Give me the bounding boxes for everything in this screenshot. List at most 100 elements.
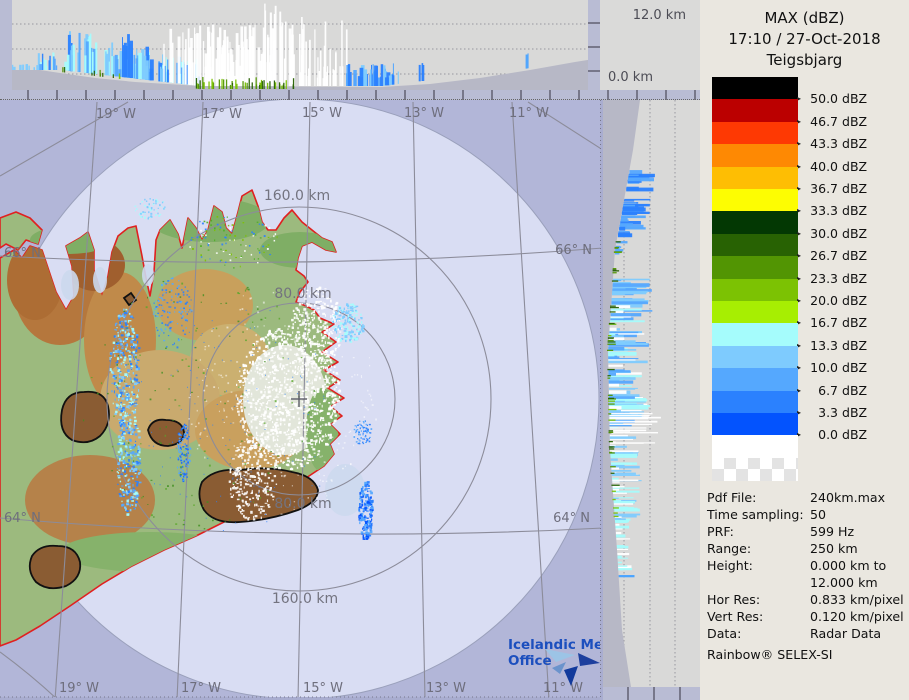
legend-title: MAX (dBZ) 17:10 / 27-Oct-2018 Teigsbjarg [700, 8, 909, 71]
legend-color-band [712, 121, 798, 145]
legend-color-band [712, 345, 798, 369]
range-ring-label: 80.0 km [274, 286, 331, 302]
metadata-value: 0.833 km/pixel [810, 592, 904, 607]
height-axis-min-label: 0.0 km [608, 70, 653, 85]
legend-color-band [712, 233, 798, 257]
legend-color-band [712, 301, 798, 324]
metadata-row: Vert Res: 0.120 km/pixel [707, 608, 909, 625]
lat-label-right: 66° N [555, 243, 592, 258]
legend-band-label: ▸ 33.3 dBZ [797, 203, 868, 219]
metadata-value: 250 km [810, 541, 858, 556]
legend-color-band-below-min [712, 435, 798, 458]
height-axis-max-label: 12.0 km [632, 8, 686, 23]
metadata-label: Vert Res: [707, 609, 764, 624]
legend-band-label: ▸ 40.0 dBZ [797, 158, 868, 174]
metadata-row: Time sampling: 50 [707, 506, 909, 523]
lon-label-bottom: 15° W [303, 681, 343, 696]
timestamp: 17:10 / 27-Oct-2018 [728, 30, 881, 48]
range-ring-label: 80.0 km [274, 496, 331, 512]
legend-color-band [712, 77, 798, 100]
panel-edge-strip-right [588, 0, 600, 100]
metadata-label: Pdf File: [707, 490, 757, 505]
lat-label-left: 66° N [4, 246, 41, 261]
legend-band-label: ▸ 3.3 dBZ [797, 405, 868, 420]
legend-band-label: ▸ 13.3 dBZ [797, 337, 868, 353]
right-cross-section-panel [603, 100, 700, 687]
lat-label-right: 64° N [553, 511, 590, 526]
transparency-checker [712, 457, 798, 482]
top-cross-section-plot [12, 3, 600, 90]
range-ring-label: 160.0 km [272, 591, 338, 607]
metadata-row: Height: 0.000 km to [707, 557, 909, 574]
lon-label-top: 15° W [302, 106, 342, 121]
legend-band-label: ▸ 50.0 dBZ [797, 91, 868, 107]
lon-label-bottom: 11° W [543, 681, 583, 696]
metadata-row: Range: 250 km [707, 540, 909, 557]
product-title: MAX (dBZ) [764, 9, 845, 27]
top-cross-section-panel [0, 0, 600, 90]
lon-label-top: 11° W [509, 106, 549, 121]
metadata-value: 50 [810, 507, 827, 522]
metadata-label: PRF: [707, 524, 734, 539]
legend-band-label: ▸ 43.3 dBZ [797, 136, 868, 152]
radar-site-name: Teigsbjarg [766, 51, 843, 69]
right-panel-bottom-strip [603, 687, 700, 700]
legend-color-band [712, 413, 798, 436]
vendor-line: Rainbow® SELEX-SI [707, 647, 833, 662]
lon-label-top: 13° W [404, 106, 444, 121]
lon-label-top: 17° W [202, 107, 242, 122]
map-top-tick-strip [0, 90, 700, 100]
lon-label-bottom: 13° W [426, 681, 466, 696]
legend-color-band [712, 211, 798, 234]
metadata-value: Radar Data [810, 626, 882, 641]
radar-map: 19° W 17° W 15° W 13° W 11° W 19° W 17° … [0, 100, 603, 700]
product-metadata: Pdf File: 240km.max Time sampling: 50 PRF: 59… [707, 489, 909, 663]
legend-color-band [712, 390, 798, 413]
range-ring-label: 160.0 km [264, 188, 330, 204]
metadata-value: 240km.max [810, 490, 886, 505]
metadata-label: Hor Res: [707, 592, 761, 607]
right-cross-section-plot [603, 100, 676, 687]
legend-band-label: ▸ 16.7 dBZ [797, 315, 868, 331]
legend-band-label: ▸ 10.0 dBZ [797, 360, 868, 376]
legend-color-band [712, 278, 798, 301]
imo-logo-text-line2: Office [508, 653, 552, 669]
panel-edge-strip-left [0, 0, 12, 90]
legend-color-band [712, 99, 798, 122]
metadata-label: Data: [707, 626, 742, 641]
metadata-label [707, 574, 810, 591]
legend-band-label: ▸ 20.0 dBZ [797, 293, 868, 308]
legend-band-label: ▸ 26.7 dBZ [797, 248, 868, 264]
legend-band-label: ▸ 30.0 dBZ [797, 225, 868, 241]
metadata-label: Time sampling: [707, 507, 804, 522]
legend-band-label: ▸ 6.7 dBZ [797, 382, 868, 398]
radar-map-panel: 19° W 17° W 15° W 13° W 11° W 19° W 17° … [0, 100, 603, 700]
metadata-label: Range: [707, 541, 752, 556]
metadata-value: 599 Hz [810, 524, 855, 539]
metadata-row: PRF: 599 Hz [707, 523, 909, 540]
legend-color-band [712, 189, 798, 212]
legend-color-band [712, 323, 798, 346]
metadata-row: Hor Res: 0.833 km/pixel [707, 591, 909, 608]
legend-band-label: ▸ 23.3 dBZ [797, 270, 868, 286]
legend-color-band [712, 144, 798, 167]
map-right-tick-strip [600, 100, 603, 700]
legend-color-band [712, 368, 798, 391]
legend-color-band [712, 256, 798, 279]
metadata-row: Data: Radar Data [707, 625, 909, 642]
legend-band-label: ▸ 0.0 dBZ [797, 427, 868, 443]
legend-band-label: ▸ 36.7 dBZ [797, 181, 868, 196]
metadata-label: Height: [707, 558, 753, 573]
metadata-value: 0.120 km/pixel [810, 609, 904, 624]
color-scale: ▸ 50.0 dBZ ▸ 46.7 dBZ ▸ 43.3 dBZ ▸ 40.0 dBZ ▸ 36.7 dBZ… [700, 77, 909, 482]
metadata-row: Pdf File: 240km.max [707, 489, 909, 506]
metadata-value: 12.000 km [810, 575, 878, 590]
radar-app-window: 12.0 km 0.0 km 19° W 17° W 15° W 13° W 1… [0, 0, 909, 700]
legend-color-band [712, 166, 798, 189]
legend-panel: MAX (dBZ) 17:10 / 27-Oct-2018 Teigsbjarg… [700, 0, 909, 700]
lon-label-top: 19° W [96, 107, 136, 122]
legend-band-label: ▸ 46.7 dBZ [797, 113, 868, 129]
metadata-row: 12.000 km [707, 574, 909, 591]
lat-label-left: 64° N [4, 511, 41, 526]
lon-label-bottom: 19° W [59, 681, 99, 696]
